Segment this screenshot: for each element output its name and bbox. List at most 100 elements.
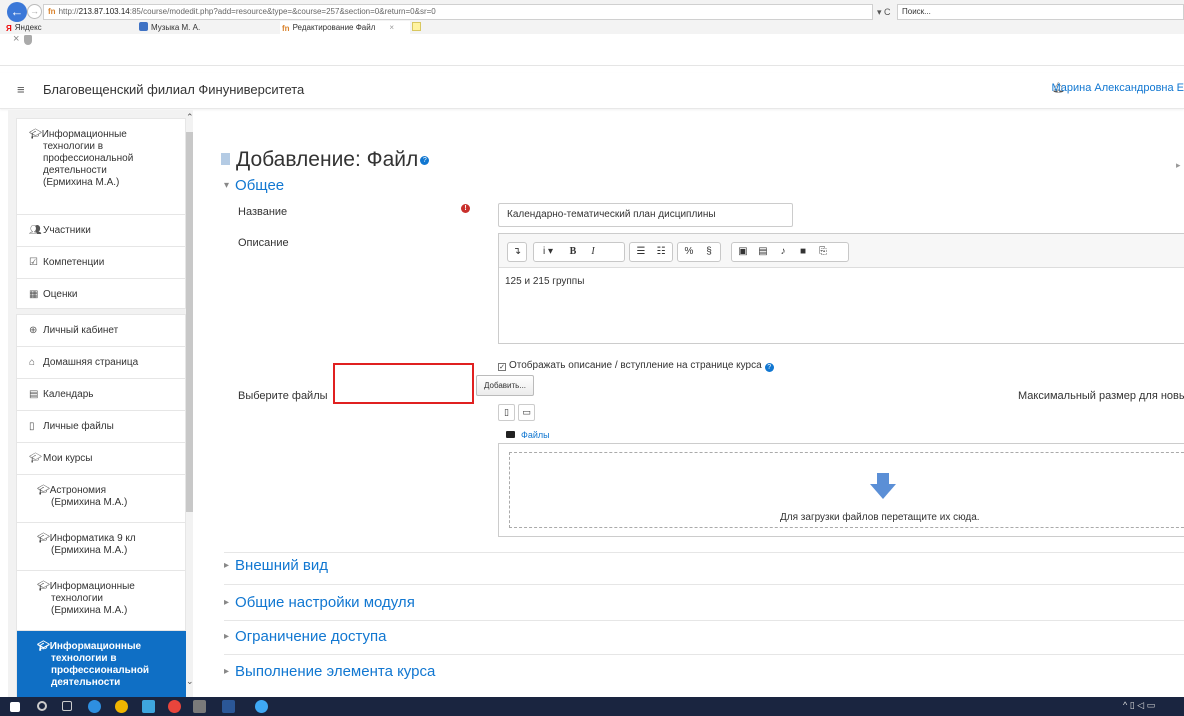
graduation-cap-icon: 🎓︎ xyxy=(37,485,50,496)
browser-search-input[interactable]: Поиск... xyxy=(897,4,1184,20)
italic-icon[interactable]: I xyxy=(584,243,602,261)
chrome-icon[interactable] xyxy=(168,700,181,713)
yandex-icon: Я xyxy=(6,24,12,33)
section-appearance[interactable]: ▸ Внешний вид xyxy=(224,557,328,574)
description-editor[interactable]: ↴ i ▾ B I ☰ ☷ % § ▣ ▤ ♪ ■ ⎘ 125 и 215 гр… xyxy=(498,233,1184,344)
sidebar-item-course-it[interactable]: 🎓︎Информационные технологии (Ермихина М.… xyxy=(17,571,187,631)
graduation-cap-icon: 🎓︎ xyxy=(37,641,50,652)
tab-editing-file[interactable]: fn Редактирование Файл × xyxy=(280,21,410,34)
shield-icon[interactable] xyxy=(24,35,32,45)
section-access[interactable]: ▸ Ограничение доступа xyxy=(224,628,386,645)
tab-yandex[interactable]: Я Яндекс xyxy=(6,21,42,34)
link-icon[interactable]: % xyxy=(680,243,698,261)
help-icon[interactable]: ? xyxy=(764,363,774,372)
image-icon[interactable]: ▣ xyxy=(734,243,752,261)
help-icon[interactable]: ? xyxy=(420,156,430,165)
checkbox-icon: ☑ xyxy=(29,257,38,268)
windows-start-icon[interactable] xyxy=(10,702,20,712)
section-general[interactable]: ▾ Общее xyxy=(224,177,284,194)
section-title: Выполнение элемента курса xyxy=(235,663,436,680)
show-description-label: Отображать описание / вступление на стра… xyxy=(509,360,762,371)
record-video-icon[interactable]: ■ xyxy=(794,243,812,261)
task-view-icon[interactable] xyxy=(62,701,72,711)
nav-label: (Ермихина М.А.) xyxy=(51,545,128,556)
tab-music[interactable]: Музыка М. А. xyxy=(139,21,200,34)
nav-label: технологии xyxy=(51,593,104,604)
create-folder-icon[interactable]: ▭ xyxy=(518,404,535,421)
store-icon[interactable] xyxy=(142,700,155,713)
paragraph-style-icon[interactable]: i ▾ xyxy=(536,243,560,261)
browser-toolbar: ← → fn http://213.87.103.14:85/course/mod… xyxy=(0,0,1184,34)
search-icon[interactable] xyxy=(37,701,47,711)
sidebar-item-my-courses[interactable]: 🎓︎Мои курсы xyxy=(17,443,187,475)
yandex-browser-icon[interactable] xyxy=(115,700,128,713)
checkbox-icon[interactable]: ✓ xyxy=(498,363,506,371)
ie-icon[interactable] xyxy=(255,700,268,713)
page-title: Добавление: Файл? xyxy=(221,148,430,172)
url-prefix: http:// xyxy=(58,7,79,16)
nav-label: Компетенции xyxy=(43,257,105,268)
unlink-icon[interactable]: § xyxy=(700,243,718,261)
section-completion[interactable]: ▸ Выполнение элемента курса xyxy=(224,663,435,680)
refresh-button[interactable]: ▾ C xyxy=(877,4,897,20)
scroll-down-icon[interactable]: ⌄ xyxy=(186,676,193,687)
record-audio-icon[interactable]: ♪ xyxy=(774,243,792,261)
media-icon[interactable]: ▤ xyxy=(754,243,772,261)
annotation-highlight xyxy=(333,363,474,404)
toolbar-toggle-icon[interactable]: ↴ xyxy=(508,243,526,261)
close-icon[interactable]: × xyxy=(13,33,19,45)
section-module-settings[interactable]: ▸ Общие настройки модуля xyxy=(224,594,415,611)
folder-breadcrumb[interactable]: Файлы xyxy=(506,430,550,440)
sidebar-item-course-it-active[interactable]: 🎓︎Информационные технологии в профессион… xyxy=(17,631,187,698)
divider xyxy=(224,620,1184,621)
forward-button[interactable]: → xyxy=(27,4,42,19)
tab-label: Яндекс xyxy=(14,23,42,32)
close-tab-icon[interactable]: × xyxy=(389,23,394,32)
scroll-up-icon[interactable]: ⌃ xyxy=(186,112,193,123)
nav-label: Информационные xyxy=(41,129,127,140)
sidebar-item-course[interactable]: 🎓︎Информационные технологии в профессион… xyxy=(17,119,187,215)
divider xyxy=(224,552,1184,553)
toolbar-group: ↴ xyxy=(507,242,527,262)
name-input[interactable]: Календарно-тематический план дисциплины xyxy=(498,203,793,227)
sidebar-item-course-informatics[interactable]: 🎓︎Информатика 9 кл (Ермихина М.А.) xyxy=(17,523,187,571)
add-file-icon[interactable]: ▯ xyxy=(498,404,515,421)
back-button[interactable]: ← xyxy=(7,2,27,22)
users-icon: 👥︎ xyxy=(29,225,42,236)
site-name[interactable]: Благовещенский филиал Финуниверситета xyxy=(43,82,304,97)
sidebar-item-home[interactable]: ⌂ Домашняя страница xyxy=(17,347,187,379)
unordered-list-icon[interactable]: ☰ xyxy=(632,243,650,261)
user-menu[interactable]: Марина Александровна Е xyxy=(1052,82,1184,94)
collapse-all-icon[interactable]: ▸ xyxy=(1176,160,1181,171)
select-files-label: Выберите файлы xyxy=(238,390,328,402)
toolbar-group: ☰ ☷ xyxy=(629,242,673,262)
nav-label: технологии в xyxy=(51,653,117,664)
nav-label: Домашняя страница xyxy=(43,357,139,368)
ordered-list-icon[interactable]: ☷ xyxy=(652,243,670,261)
edge-icon[interactable] xyxy=(88,700,101,713)
sidebar-item-course-astronomy[interactable]: 🎓︎Астрономия (Ермихина М.А.) xyxy=(17,475,187,523)
system-tray[interactable]: ^ ▯ ◁ ▭ xyxy=(1123,700,1155,711)
word-icon[interactable] xyxy=(222,700,235,713)
sidebar-scroll-thumb[interactable] xyxy=(186,132,193,512)
menu-toggle-icon[interactable]: ≡ xyxy=(17,82,29,97)
nav-label: технологии в xyxy=(43,141,104,152)
add-file-button[interactable]: Добавить... xyxy=(476,375,534,396)
sidebar-item-participants[interactable]: 👥︎Участники xyxy=(17,215,187,247)
app-icon[interactable] xyxy=(193,700,206,713)
show-description-checkbox[interactable]: ✓ Отображать описание / вступление на стр… xyxy=(498,360,774,372)
divider xyxy=(224,584,1184,585)
sidebar-item-dashboard[interactable]: ⊕ Личный кабинет xyxy=(17,315,187,347)
graduation-cap-icon: 🎓︎ xyxy=(37,581,50,592)
sidebar-item-private-files[interactable]: ▯ Личные файлы xyxy=(17,411,187,443)
editor-content[interactable]: 125 и 215 группы xyxy=(505,276,584,287)
bold-icon[interactable]: B xyxy=(564,243,582,261)
manage-files-icon[interactable]: ⎘ xyxy=(814,243,832,261)
nav-label: (Ермихина М.А.) xyxy=(51,497,128,508)
calendar-icon: ▤ xyxy=(29,389,39,400)
new-tab-button[interactable] xyxy=(412,21,422,34)
sidebar-item-competencies[interactable]: ☑ Компетенции xyxy=(17,247,187,279)
sidebar-item-grades[interactable]: ▦ Оценки xyxy=(17,279,187,311)
address-bar[interactable]: fn http://213.87.103.14:85/course/modedit… xyxy=(43,4,873,20)
sidebar-item-calendar[interactable]: ▤ Календарь xyxy=(17,379,187,411)
